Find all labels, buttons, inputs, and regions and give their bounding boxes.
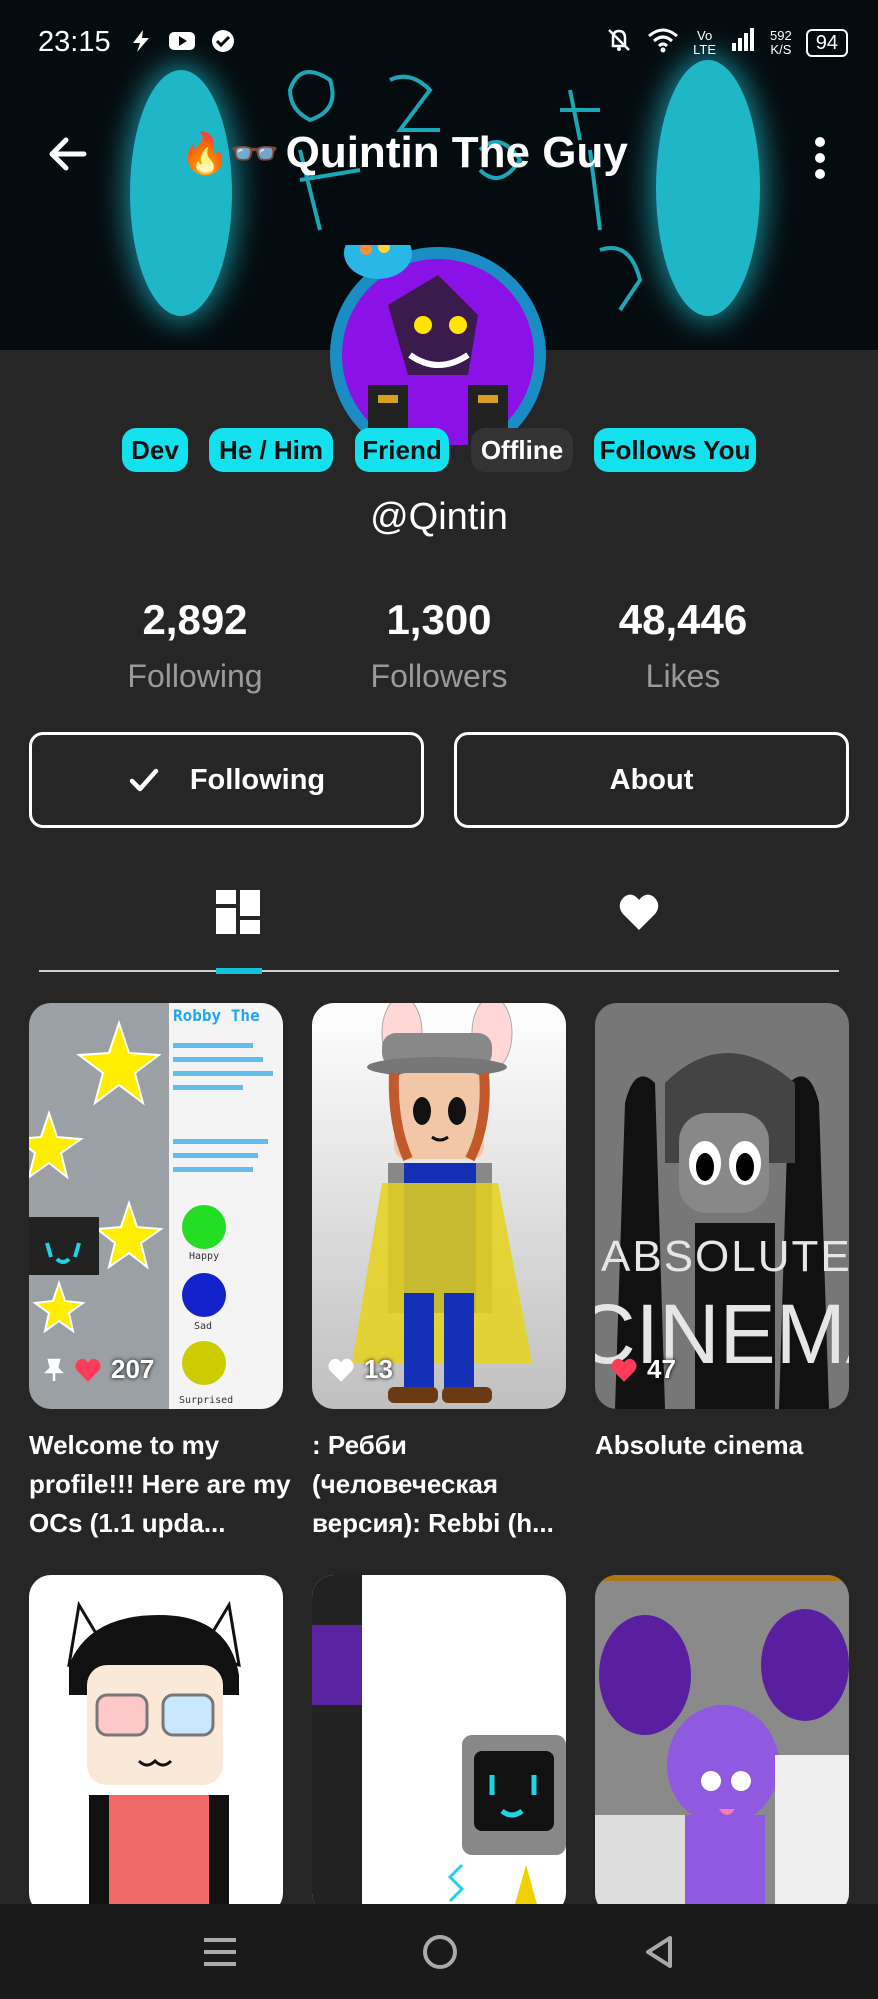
username: @Qintin — [370, 496, 508, 538]
tag-follows-you[interactable]: Follows You — [594, 428, 756, 472]
tab-posts[interactable] — [214, 888, 262, 936]
stat-likes-label: Likes — [645, 658, 721, 694]
status-bar: 23:15 Vo LTE 592 K/S 94 — [0, 0, 878, 90]
post-thumbnail — [595, 1575, 849, 1915]
more-options-button[interactable] — [810, 136, 830, 180]
stat-likes-value: 48,446 — [618, 596, 748, 643]
pin-icon — [43, 1358, 65, 1381]
stat-followers[interactable]: 1,300 Followers — [319, 596, 559, 695]
post-card[interactable]: ABSOLUTE CINEMA 47 — [595, 1003, 849, 1409]
post-caption[interactable]: : Ребби (человеческая версия): Rebbi (h.… — [312, 1426, 580, 1543]
post-caption[interactable]: Welcome to my profile!!! Here are my OCs… — [29, 1426, 297, 1543]
system-nav-bar — [0, 1904, 878, 1999]
post-likes: 207 — [43, 1354, 154, 1385]
avatar[interactable] — [318, 227, 558, 463]
mute-bell-icon — [605, 26, 633, 60]
bolt-icon — [128, 28, 154, 61]
lte-top-text: Vo — [697, 28, 713, 43]
post-image-title: Robby The — [173, 1006, 260, 1025]
youtube-icon — [168, 28, 196, 61]
post-likes: 47 — [609, 1354, 676, 1385]
following-button[interactable]: Following — [29, 732, 424, 828]
post-thumbnail — [312, 1575, 566, 1915]
tag-friend[interactable]: Friend — [355, 428, 449, 472]
post-thumbnail — [312, 1003, 566, 1409]
notification-icons — [128, 28, 236, 61]
signal-icon — [730, 27, 756, 59]
about-button-label: About — [609, 763, 694, 796]
about-button[interactable]: About — [454, 732, 849, 828]
tab-liked[interactable] — [618, 892, 660, 932]
post-card[interactable]: Robby The Happy Sad Surprised 207 — [29, 1003, 283, 1409]
display-name: Quintin The Guy — [285, 128, 628, 177]
heart-icon — [611, 1358, 637, 1382]
tab-active-indicator — [216, 968, 262, 974]
home-button[interactable] — [420, 1932, 460, 1972]
recents-button[interactable] — [200, 1932, 240, 1972]
post-thumbnail — [29, 1575, 283, 1915]
system-back-button[interactable] — [640, 1932, 680, 1972]
message-icon — [210, 28, 236, 61]
heart-icon — [75, 1358, 101, 1382]
post-image-text-absolute: ABSOLUTE — [601, 1232, 849, 1281]
post-like-count: 47 — [647, 1354, 676, 1384]
net-speed: 592 K/S — [770, 29, 792, 57]
stat-following-value: 2,892 — [142, 596, 248, 643]
system-icons: Vo LTE 592 K/S 94 — [605, 26, 848, 60]
stat-following-label: Following — [127, 658, 263, 694]
stat-followers-label: Followers — [370, 658, 508, 694]
post-like-count: 13 — [364, 1354, 393, 1384]
post-thumbnail: ABSOLUTE CINEMA — [595, 1003, 849, 1409]
post-caption[interactable]: Absolute cinema — [595, 1426, 863, 1465]
triangle-back-icon — [646, 1936, 672, 1968]
clock: 23:15 — [38, 26, 111, 58]
grid-icon — [216, 890, 260, 934]
tag-offline[interactable]: Offline — [471, 428, 573, 472]
post-card[interactable]: 13 — [312, 1003, 566, 1409]
post-card[interactable] — [29, 1575, 283, 1915]
menu-icon — [204, 1938, 236, 1966]
kebab-menu-icon — [815, 137, 825, 179]
heart-icon — [328, 1358, 354, 1382]
lte-bottom-text: LTE — [693, 42, 717, 57]
post-image-label-surprised: Surprised — [179, 1395, 233, 1406]
net-speed-value: 592 — [770, 28, 792, 43]
profile-tags: Dev He / Him Friend Offline Follows You — [0, 428, 878, 474]
post-thumbnail: Robby The Happy Sad Surprised — [29, 1003, 283, 1409]
profile-screen: 23:15 Vo LTE 592 K/S 94 🔥👓 Quintin The G… — [0, 0, 878, 1999]
heart-icon — [619, 894, 659, 930]
post-likes: 13 — [326, 1354, 393, 1385]
stat-following[interactable]: 2,892 Following — [75, 596, 315, 695]
battery-indicator: 94 — [805, 29, 848, 57]
avatar-image — [330, 227, 546, 463]
check-icon — [129, 768, 159, 792]
title-emoji: 🔥👓 — [180, 132, 280, 176]
post-card[interactable] — [312, 1575, 566, 1915]
net-speed-unit: K/S — [770, 42, 792, 57]
back-button[interactable] — [44, 130, 92, 178]
stat-likes[interactable]: 48,446 Likes — [563, 596, 803, 695]
circle-home-icon — [423, 1935, 457, 1969]
post-like-count: 207 — [111, 1354, 155, 1384]
post-card[interactable] — [595, 1575, 849, 1915]
lte-indicator: Vo LTE — [693, 29, 716, 57]
tag-pronouns[interactable]: He / Him — [209, 428, 333, 472]
arrow-left-icon — [49, 137, 87, 171]
post-image-label-happy: Happy — [189, 1251, 219, 1262]
stat-followers-value: 1,300 — [386, 596, 492, 643]
tab-divider — [39, 970, 839, 972]
post-image-label-sad: Sad — [194, 1321, 212, 1332]
wifi-icon — [647, 27, 679, 59]
tag-dev[interactable]: Dev — [122, 428, 188, 472]
following-button-label: Following — [189, 763, 326, 796]
profile-title: 🔥👓 Quintin The Guy — [180, 128, 628, 178]
